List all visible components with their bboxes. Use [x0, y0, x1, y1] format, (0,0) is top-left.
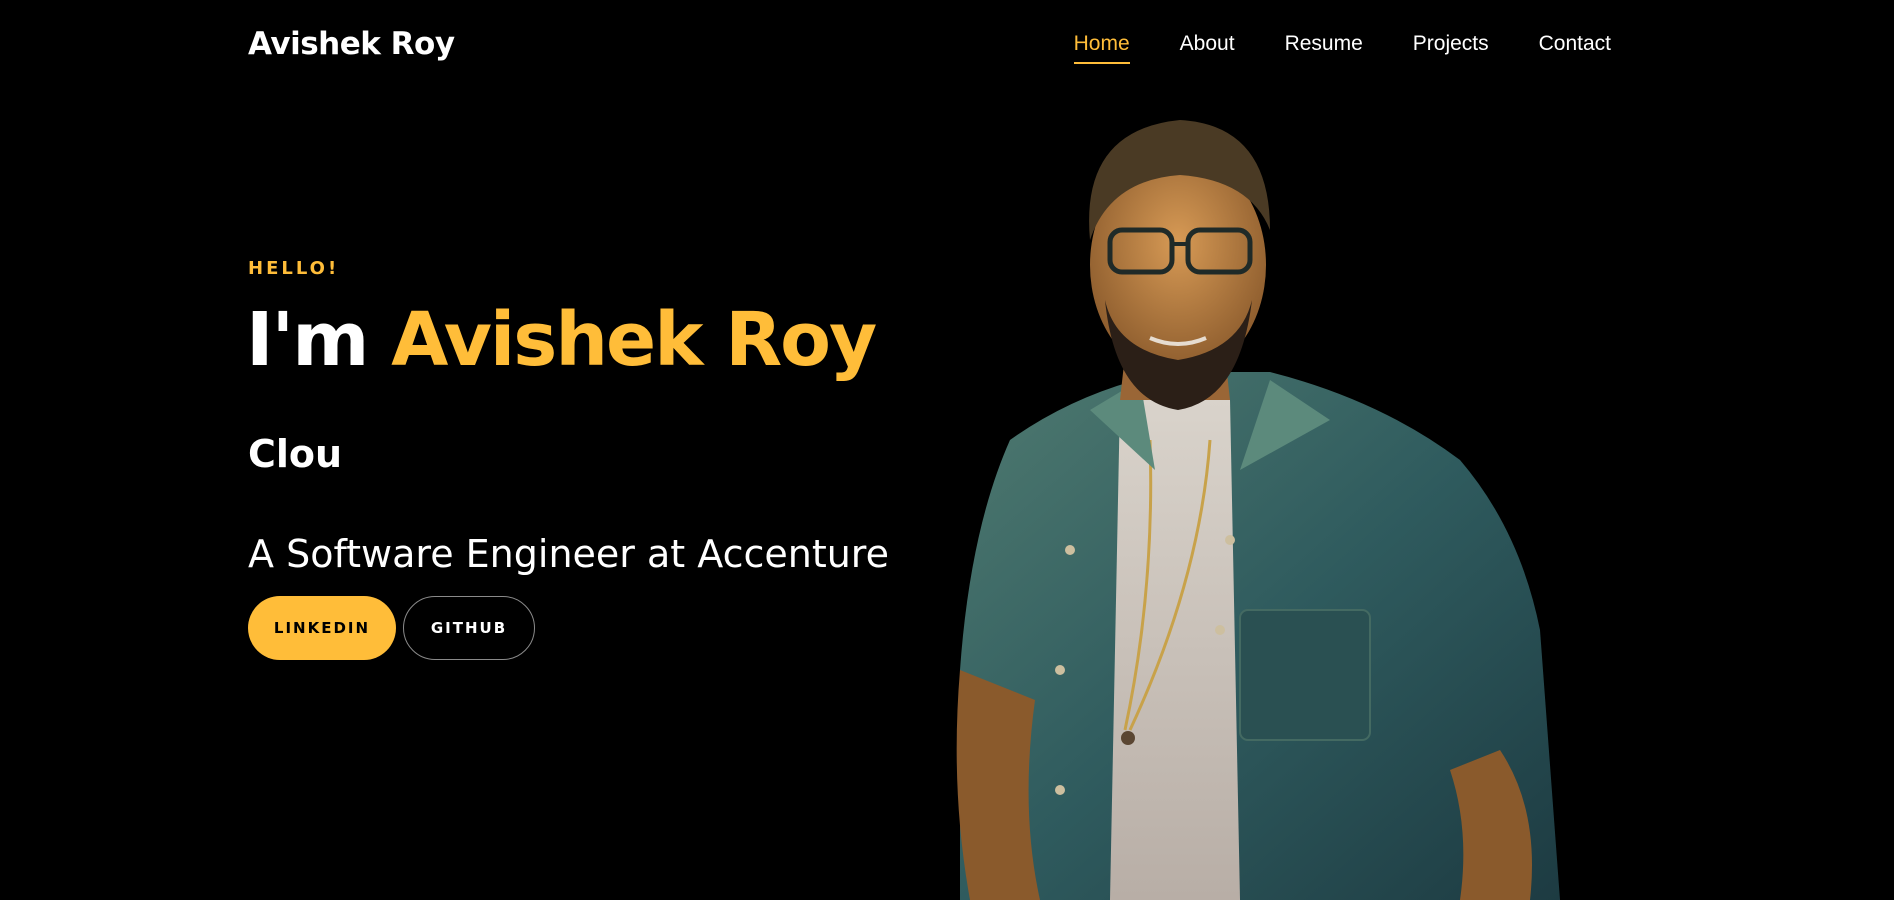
page: Avishek Roy Home About Resume Projects C… — [0, 0, 1894, 900]
linkedin-button[interactable]: LINKEDIN — [248, 596, 396, 660]
person-photo-icon — [956, 120, 1560, 900]
nav-item-home[interactable]: Home — [1073, 32, 1130, 64]
brand-logo[interactable]: Avishek Roy — [248, 26, 455, 62]
nav-item-about[interactable]: About — [1180, 32, 1235, 64]
typed-role-text: Clou — [248, 432, 343, 476]
hero-subtitle: A Software Engineer at Accenture — [248, 532, 889, 576]
headline-name: Avishek Roy — [391, 297, 877, 383]
main-nav: Home About Resume Projects Contact — [1073, 32, 1611, 64]
hero-greeting: HELLO! — [248, 258, 340, 279]
nav-item-projects[interactable]: Projects — [1413, 32, 1489, 64]
github-button[interactable]: GITHUB — [403, 596, 535, 660]
headline-prefix: I'm — [246, 297, 392, 383]
hero-headline: I'm Avishek Roy — [246, 297, 877, 383]
nav-item-resume[interactable]: Resume — [1285, 32, 1363, 64]
nav-item-contact[interactable]: Contact — [1539, 32, 1611, 64]
